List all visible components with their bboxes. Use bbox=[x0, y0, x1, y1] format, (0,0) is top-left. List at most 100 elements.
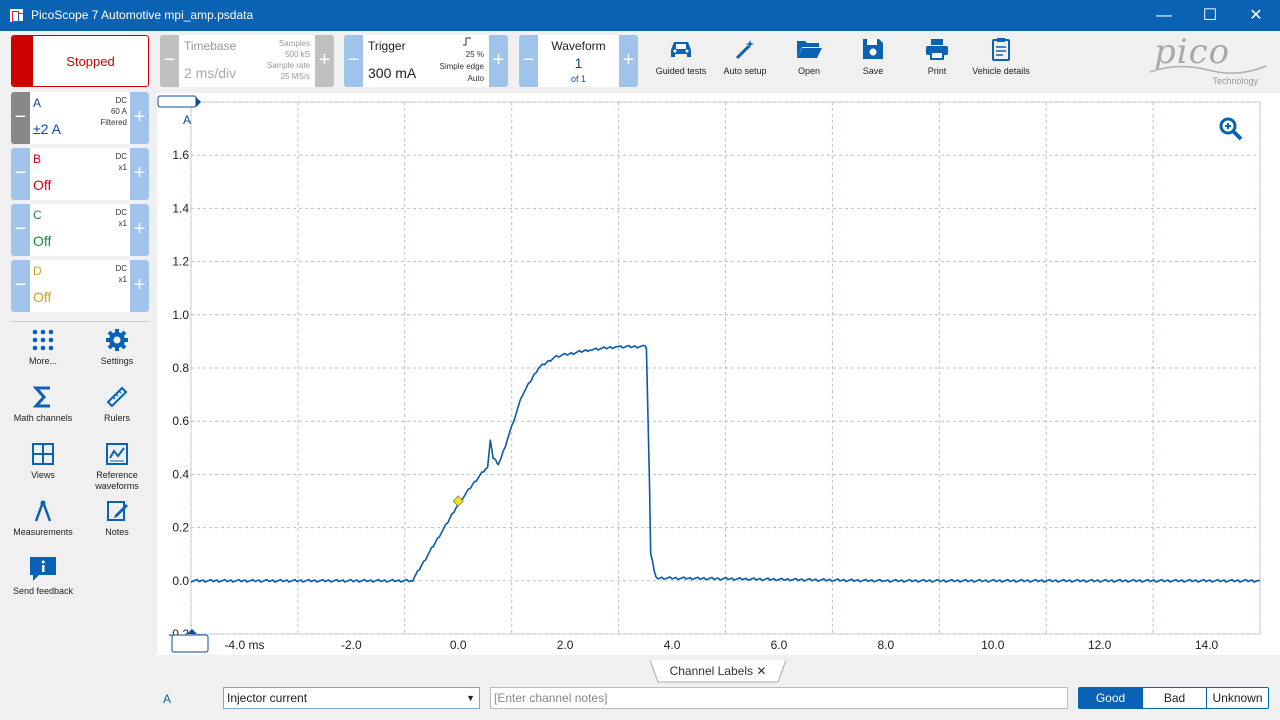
zoom-icon[interactable] bbox=[1218, 116, 1244, 142]
gear-icon bbox=[106, 329, 128, 351]
print-label: Print bbox=[927, 66, 947, 76]
notes-button[interactable]: Notes bbox=[82, 499, 152, 538]
compass-icon bbox=[34, 500, 52, 522]
pico-logo-subtitle: Technology bbox=[1212, 76, 1258, 86]
rating-bad-button[interactable]: Bad bbox=[1142, 687, 1207, 709]
channel-a-range[interactable]: ±2 A bbox=[33, 121, 61, 137]
axis-top-arrow bbox=[196, 97, 201, 107]
math-channels-button[interactable]: Math channels bbox=[8, 385, 78, 424]
pico-logo: pico Technology bbox=[1148, 32, 1268, 88]
scope-view[interactable]: 1.81.61.41.21.00.80.60.40.20.0-0.2A -4.0… bbox=[157, 93, 1280, 655]
timebase-plus-button[interactable]: + bbox=[315, 35, 334, 87]
trigger-settings: 25 % Simple edge Auto bbox=[439, 50, 484, 83]
x-tick-label: 2.0 bbox=[557, 638, 574, 652]
y-tick-label: 0.0 bbox=[172, 574, 189, 588]
x-tick-label: -4.0 ms bbox=[224, 638, 264, 652]
channel-d-range[interactable]: Off bbox=[33, 289, 51, 305]
channel-c-panel[interactable]: − C DC x1 Off + bbox=[11, 204, 149, 256]
notes-edit-icon bbox=[107, 501, 128, 521]
auto-setup-button[interactable]: Auto setup bbox=[715, 35, 775, 87]
timebase-label: Timebase bbox=[184, 39, 237, 53]
close-tab-icon[interactable]: ✕ bbox=[756, 664, 766, 678]
channel-d-panel[interactable]: − D DC x1 Off + bbox=[11, 260, 149, 312]
save-button[interactable]: Save bbox=[843, 35, 903, 87]
channel-notes-input[interactable]: [Enter channel notes] bbox=[490, 687, 1068, 709]
reference-waveforms-button[interactable]: Reference waveforms bbox=[82, 442, 152, 492]
run-status-label: Stopped bbox=[66, 54, 115, 69]
reference-waveforms-label: Reference waveforms bbox=[95, 470, 139, 491]
minimize-button[interactable]: — bbox=[1141, 0, 1187, 31]
channel-b-panel[interactable]: − B DC x1 Off + bbox=[11, 148, 149, 200]
waveform-control[interactable]: − Waveform 1 of 1 + bbox=[519, 35, 638, 87]
channel-c-name: C bbox=[33, 208, 42, 222]
chart-grid bbox=[190, 101, 1261, 635]
maximize-button[interactable]: ☐ bbox=[1187, 0, 1233, 31]
measurements-button[interactable]: Measurements bbox=[8, 499, 78, 538]
channel-c-plus-button[interactable]: + bbox=[130, 204, 149, 256]
channel-label-select[interactable]: Injector current ▼ bbox=[223, 687, 480, 709]
settings-label: Settings bbox=[100, 356, 134, 366]
channel-a-coupling: DC 60 A Filtered bbox=[100, 96, 127, 127]
rising-edge-icon bbox=[463, 37, 471, 46]
y-tick-label: 1.2 bbox=[172, 255, 189, 269]
channel-c-range[interactable]: Off bbox=[33, 233, 51, 249]
waveform-minus-button[interactable]: − bbox=[519, 35, 538, 87]
rating-unknown-button[interactable]: Unknown bbox=[1206, 687, 1269, 709]
clipboard-icon bbox=[992, 38, 1010, 61]
rulers-button[interactable]: Rulers bbox=[82, 385, 152, 424]
window-title: PicoScope 7 Automotive mpi_amp.psdata bbox=[31, 8, 254, 22]
y-axis-ticks: 1.81.61.41.21.00.80.60.40.20.0-0.2A bbox=[168, 95, 191, 641]
channel-a-panel[interactable]: − A DC 60 A Filtered ±2 A + bbox=[11, 92, 149, 144]
trigger-control[interactable]: − Trigger 300 mA 25 % Simple edge Auto + bbox=[344, 35, 508, 87]
reference-waveform-icon bbox=[106, 443, 128, 465]
print-button[interactable]: Print bbox=[907, 35, 967, 87]
more-button[interactable]: More... bbox=[8, 328, 78, 367]
run-stop-button[interactable]: Stopped bbox=[11, 35, 149, 87]
ruler-icon bbox=[106, 386, 128, 408]
stop-indicator bbox=[12, 36, 33, 86]
channel-b-minus-button[interactable]: − bbox=[11, 148, 30, 200]
rating-good-button[interactable]: Good bbox=[1078, 687, 1143, 709]
y-tick-label: 0.6 bbox=[172, 414, 189, 428]
printer-icon bbox=[926, 39, 948, 60]
x-tick-label: 4.0 bbox=[664, 638, 681, 652]
channel-a-name: A bbox=[33, 96, 42, 110]
vehicle-details-button[interactable]: Vehicle details bbox=[971, 35, 1031, 87]
x-tick-label: -2.0 bbox=[341, 638, 362, 652]
timebase-control[interactable]: − Timebase 2 ms/div Samples 500 kS Sample … bbox=[160, 35, 334, 87]
scope-chart[interactable]: 1.81.61.41.21.00.80.60.40.20.0-0.2A -4.0… bbox=[157, 93, 1280, 655]
channel-d-minus-button[interactable]: − bbox=[11, 260, 30, 312]
open-button[interactable]: Open bbox=[779, 35, 839, 87]
axis-top-handle bbox=[157, 95, 197, 108]
guided-tests-button[interactable]: Guided tests bbox=[651, 35, 711, 87]
channel-c-minus-button[interactable]: − bbox=[11, 204, 30, 256]
channel-d-plus-button[interactable]: + bbox=[130, 260, 149, 312]
y-tick-label: 1.0 bbox=[172, 308, 189, 322]
chevron-down-icon: ▼ bbox=[466, 693, 475, 703]
y-axis-unit-label: A bbox=[183, 113, 191, 127]
trigger-plus-button[interactable]: + bbox=[489, 35, 508, 87]
channel-b-range[interactable]: Off bbox=[33, 177, 51, 193]
auto-setup-label: Auto setup bbox=[723, 66, 767, 76]
channel-a-plus-button[interactable]: + bbox=[130, 92, 149, 144]
timebase-value: 2 ms/div bbox=[184, 65, 237, 81]
more-label: More... bbox=[28, 356, 57, 366]
timebase-minus-button[interactable]: − bbox=[160, 35, 179, 87]
close-button[interactable]: ✕ bbox=[1233, 0, 1279, 31]
channel-b-plus-button[interactable]: + bbox=[130, 148, 149, 200]
sidebar-divider bbox=[11, 321, 149, 322]
waveform-plus-button[interactable]: + bbox=[619, 35, 638, 87]
send-feedback-button[interactable]: Send feedback bbox=[8, 556, 78, 597]
channel-a-minus-button[interactable]: − bbox=[11, 92, 30, 144]
channel-labels-tab[interactable]: Channel Labels ✕ bbox=[652, 661, 784, 683]
save-label: Save bbox=[862, 66, 884, 76]
settings-button[interactable]: Settings bbox=[82, 328, 152, 367]
views-button[interactable]: Views bbox=[8, 442, 78, 481]
magic-wand-icon bbox=[735, 40, 754, 60]
guided-tests-label: Guided tests bbox=[655, 66, 707, 76]
trigger-minus-button[interactable]: − bbox=[344, 35, 363, 87]
channel-d-coupling: DC x1 bbox=[115, 264, 127, 284]
chart-markers bbox=[157, 95, 464, 653]
x-tick-label: 12.0 bbox=[1088, 638, 1112, 652]
trigger-label: Trigger bbox=[368, 39, 406, 53]
